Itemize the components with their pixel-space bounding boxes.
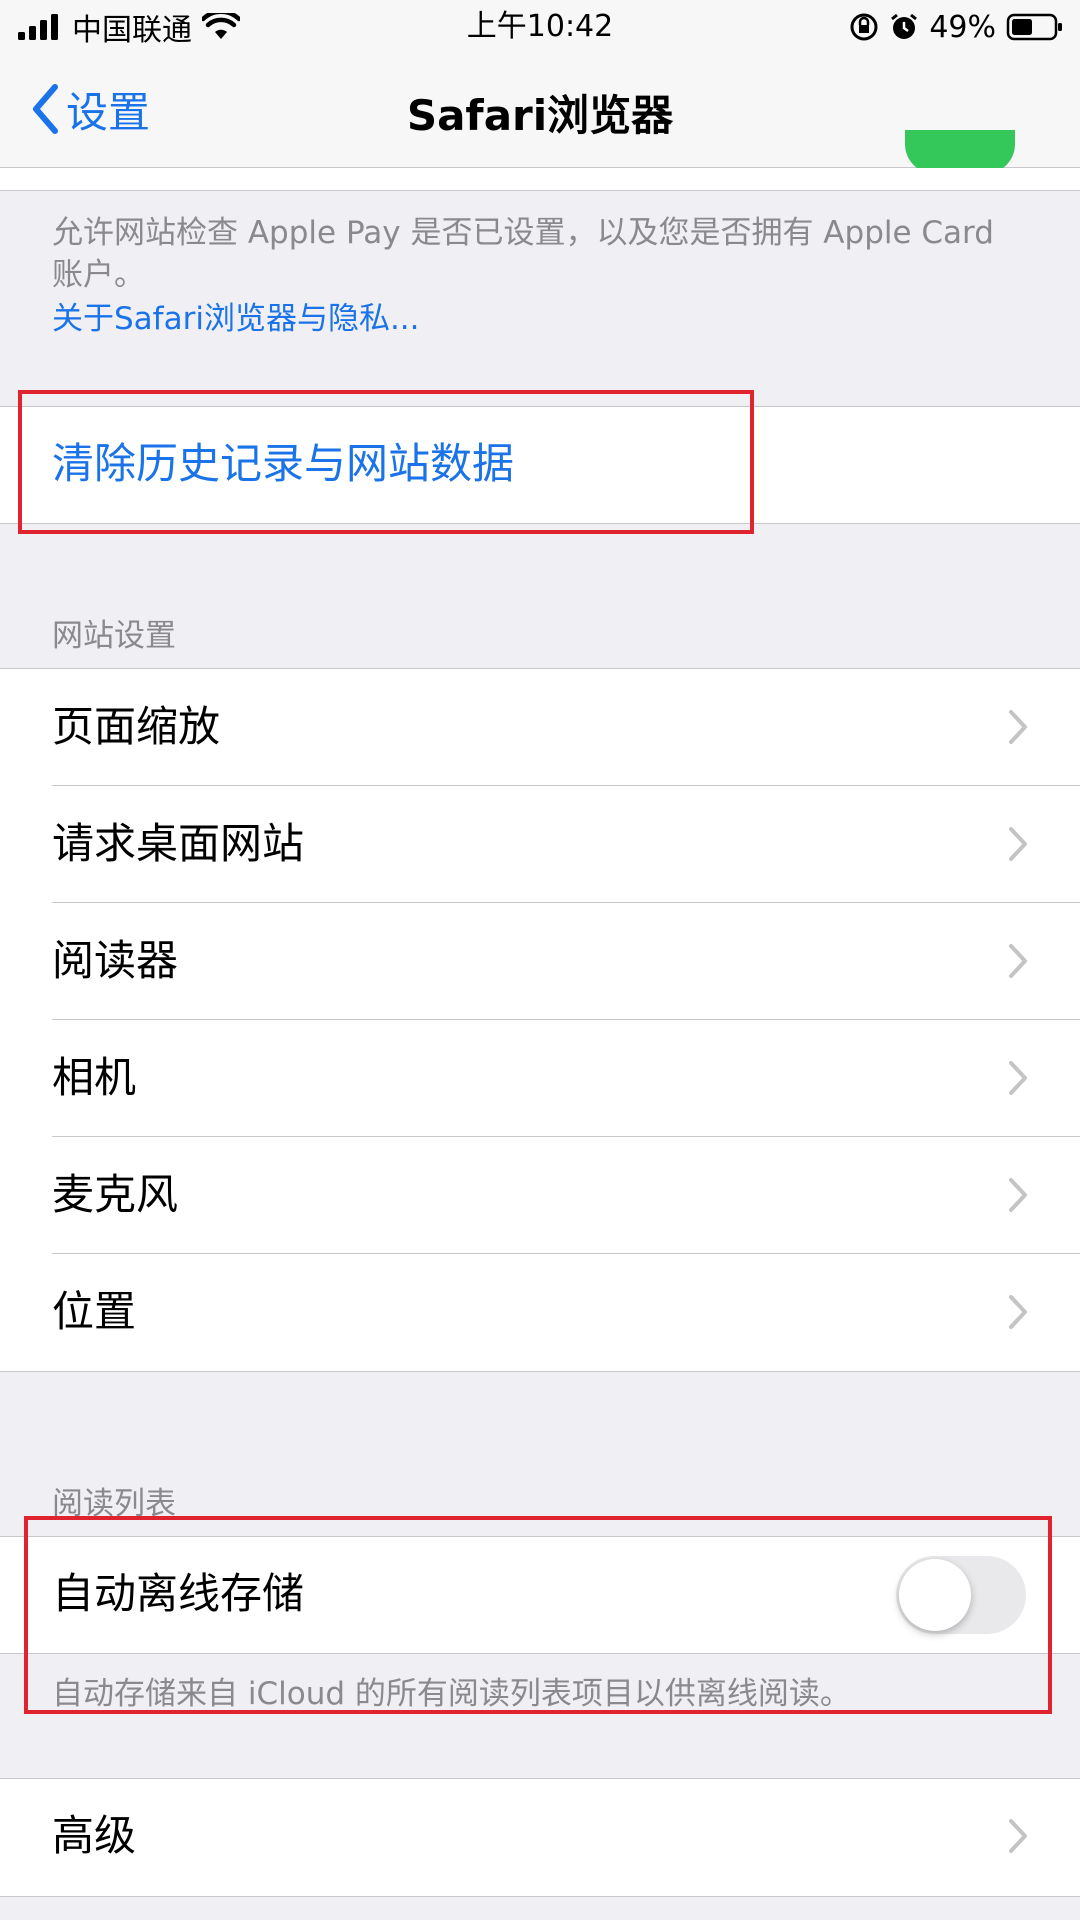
- chevron-right-icon: [1009, 1061, 1027, 1095]
- list-item-label: 页面缩放: [52, 702, 221, 751]
- chevron-right-icon: [1009, 710, 1027, 744]
- status-bar-right: 49%: [849, 6, 1064, 48]
- alarm-icon: [891, 13, 918, 39]
- advanced-label: 高级: [52, 1811, 137, 1860]
- section-header-website-settings: 网站设置: [52, 618, 176, 654]
- list-item-camera[interactable]: 相机: [0, 1020, 1080, 1137]
- list-item-label: 请求桌面网站: [52, 819, 305, 868]
- battery-icon: [1006, 13, 1062, 41]
- advanced-cell[interactable]: [0, 1778, 1080, 1897]
- apple-pay-footnote: 允许网站检查 Apple Pay 是否已设置，以及您是否拥有 Apple Car…: [52, 215, 994, 293]
- website-settings-list: 页面缩放 请求桌面网站 阅读器 相机 麦克风 位置: [0, 668, 1080, 1372]
- list-item-label: 阅读器: [52, 936, 179, 985]
- list-item-location[interactable]: 位置: [0, 1254, 1080, 1371]
- chevron-right-icon: [1009, 1819, 1027, 1853]
- highlight-box-clear-history: [18, 390, 754, 534]
- highlight-box-reading-list: [24, 1516, 1052, 1714]
- list-item-label: 麦克风: [52, 1170, 179, 1219]
- list-item-label: 位置: [52, 1287, 137, 1336]
- chevron-right-icon: [1009, 944, 1027, 978]
- previous-cell-bottom: [0, 168, 1080, 191]
- list-item-reader[interactable]: 阅读器: [0, 903, 1080, 1020]
- chevron-right-icon: [1009, 1295, 1027, 1329]
- safari-privacy-link[interactable]: 关于Safari浏览器与隐私...: [52, 298, 420, 340]
- battery-percent: 49%: [929, 9, 996, 45]
- chevron-right-icon: [1009, 827, 1027, 861]
- list-item-request-desktop[interactable]: 请求桌面网站: [0, 786, 1080, 903]
- list-item-label: 相机: [52, 1053, 137, 1102]
- list-item-page-zoom[interactable]: 页面缩放: [0, 669, 1080, 786]
- orientation-lock-icon: [850, 13, 878, 41]
- chevron-right-icon: [1009, 1178, 1027, 1212]
- list-item-microphone[interactable]: 麦克风: [0, 1137, 1080, 1254]
